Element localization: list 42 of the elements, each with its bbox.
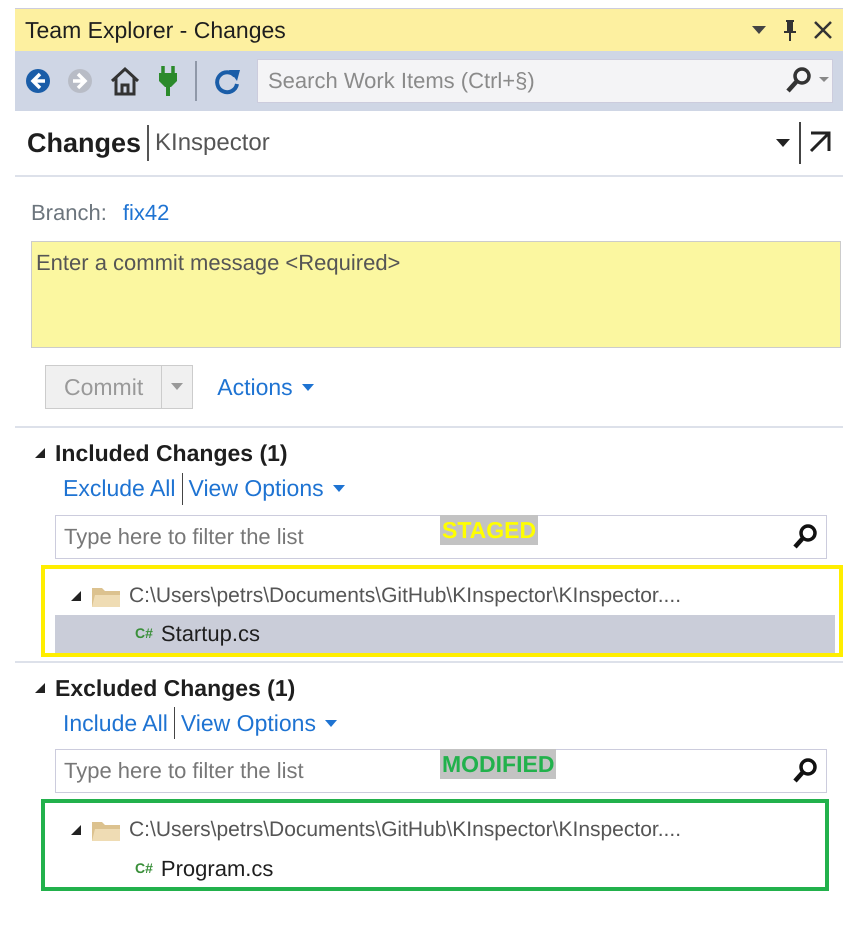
actions-link[interactable]: Actions xyxy=(217,370,315,404)
annotation-label: STAGED xyxy=(440,514,538,544)
csharp-file-icon: C# xyxy=(135,858,153,878)
branch-label: Branch: xyxy=(31,198,107,226)
file-row[interactable]: C# Startup.cs xyxy=(55,614,835,652)
collapse-triangle-icon[interactable] xyxy=(69,823,83,837)
view-options-link[interactable]: View Options xyxy=(180,706,338,740)
repository-name: KInspector xyxy=(147,125,270,161)
caret-icon xyxy=(324,718,338,728)
caret-icon xyxy=(332,484,346,493)
section-title: Included Changes (1) xyxy=(55,439,288,468)
undock-icon[interactable] xyxy=(809,131,831,155)
back-icon[interactable] xyxy=(25,68,51,94)
close-icon[interactable] xyxy=(813,20,833,40)
page-title: Changes xyxy=(27,126,142,160)
csharp-file-icon: C# xyxy=(135,623,153,644)
toggle-all-link[interactable]: Exclude All xyxy=(63,471,176,506)
search-icon[interactable] xyxy=(791,522,819,550)
toggle-all-link[interactable]: Include All xyxy=(63,706,168,740)
collapse-triangle-icon[interactable] xyxy=(33,680,47,695)
branch-link[interactable]: fix42 xyxy=(122,196,170,228)
pin-icon[interactable] xyxy=(783,18,797,42)
search-icon[interactable] xyxy=(791,757,819,785)
search-icon[interactable] xyxy=(785,67,829,95)
dropdown-icon[interactable] xyxy=(775,138,791,148)
file-name: Program.cs xyxy=(160,854,274,883)
file-name: Startup.cs xyxy=(160,620,260,648)
collapse-triangle-icon[interactable] xyxy=(69,588,83,602)
annotation-label: MODIFIED xyxy=(440,749,556,779)
commit-message-field[interactable]: Enter a commit message <Required> xyxy=(31,241,841,348)
collapse-triangle-icon[interactable] xyxy=(33,446,47,460)
window-title: Team Explorer - Changes xyxy=(25,16,287,45)
plug-icon[interactable] xyxy=(157,65,179,97)
search-field[interactable]: Search Work Items (Ctrl+§) xyxy=(257,59,833,103)
folder-path: C:\Users\petrs\Documents\GitHub\KInspector\KInspector.... xyxy=(129,817,682,844)
section-title: Excluded Changes (1) xyxy=(55,674,296,703)
view-options-link[interactable]: View Options xyxy=(188,471,346,506)
folder-path: C:\Users\petrs\Documents\GitHub\KInspector\KInspector.... xyxy=(129,582,682,609)
file-row[interactable]: C# Program.cs xyxy=(55,849,821,887)
caret-icon xyxy=(300,382,315,392)
dropdown-icon[interactable] xyxy=(751,25,767,35)
home-icon[interactable] xyxy=(109,66,141,96)
